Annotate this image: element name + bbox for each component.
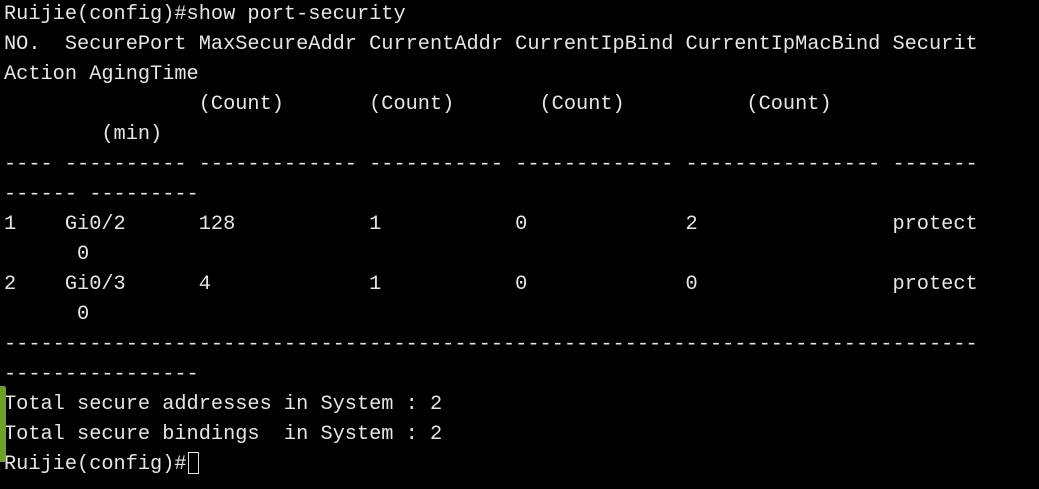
table-separator: ---- ---------- ------------- ----------… [4,153,978,176]
table-header-row: NO. SecurePort MaxSecureAddr CurrentAddr… [4,33,978,56]
table-row: 2 Gi0/3 4 1 0 0 protect [4,273,978,296]
table-row: 1 Gi0/2 128 1 0 2 protect [4,213,978,236]
window-edge-marker [0,386,6,462]
summary-secure-bindings: Total secure bindings in System : 2 [4,423,443,446]
command-prompt-line[interactable]: Ruijie(config)# [4,450,1039,480]
command-prompt: Ruijie(config)# [4,453,187,476]
table-separator-wrap: ------ --------- [4,183,199,206]
table-units-row-wrap: (min) [4,123,163,146]
text-cursor[interactable] [187,452,199,474]
terminal-line-command: Ruijie(config)#show port-security [4,3,406,26]
table-units-row: (Count) (Count) (Count) (Count) [4,93,832,116]
table-header-row-wrap: Action AgingTime [4,63,199,86]
table-row-wrap: 0 [4,303,90,326]
table-footer-separator-wrap: ---------------- [4,363,199,386]
terminal-window[interactable]: Ruijie(config)#show port-security NO. Se… [4,0,1039,489]
table-footer-separator: ----------------------------------------… [4,333,978,356]
summary-secure-addresses: Total secure addresses in System : 2 [4,393,443,416]
table-row-wrap: 0 [4,243,90,266]
